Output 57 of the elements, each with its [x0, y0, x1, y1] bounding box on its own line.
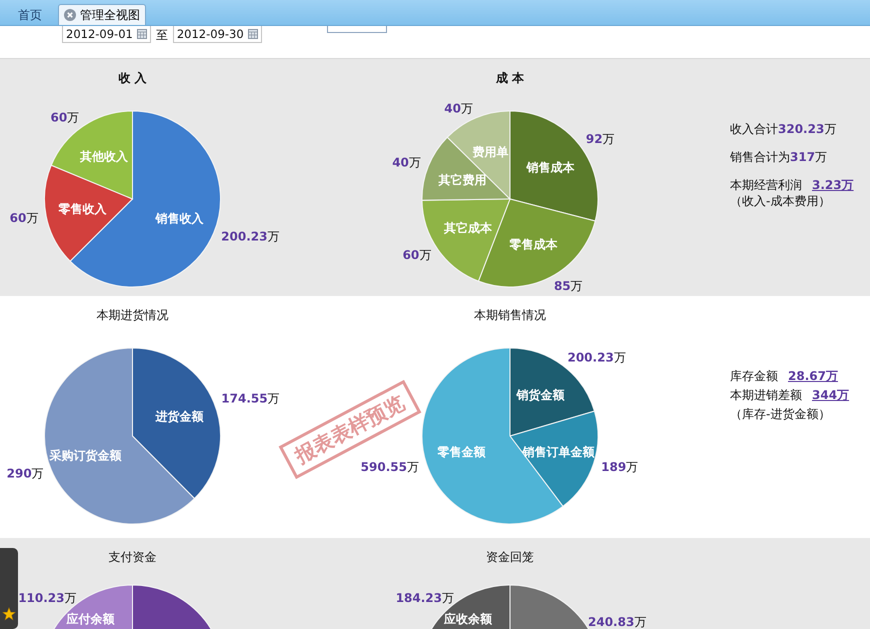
slice-label: 采购订货金额 [49, 448, 122, 462]
value-label: 40万 [444, 102, 473, 116]
slice-label: 销售成本 [526, 160, 574, 175]
date-field[interactable]: 2012-09-30 [172, 26, 262, 43]
slice-label: 进货金额 [156, 410, 204, 424]
value-label: 174.55万 [221, 392, 280, 406]
value-label: 240.83万 [588, 615, 646, 629]
slice-label: 其他收入 [80, 150, 128, 164]
tab[interactable]: 管理全视图 [58, 4, 146, 25]
close-icon[interactable] [64, 9, 76, 21]
summary-text: （收入-成本费用） [730, 193, 832, 209]
value-label: 200.23万 [221, 230, 280, 244]
chart-title: 成 本 [496, 71, 524, 85]
value-label: 85万 [554, 279, 583, 294]
value-label: 40万 [392, 156, 421, 170]
value-label: 184.23万 [396, 591, 454, 605]
value-label: 200.23万 [567, 350, 626, 365]
slice-label: 费用单 [472, 144, 508, 159]
slice-label: 零售金额 [438, 445, 486, 460]
toolbar-button[interactable] [326, 26, 387, 33]
slice-label: 应付余额 [66, 612, 114, 626]
range-separator: 至 [154, 27, 169, 44]
date-field[interactable]: 2012-09-01 [62, 26, 151, 43]
slice-label: 销售订单金额 [522, 445, 594, 460]
value-label: 92万 [586, 132, 615, 146]
amount-link[interactable]: 28.67万 [788, 368, 838, 384]
slice-label: 零售成本 [509, 237, 558, 252]
value-label: 60万 [402, 248, 432, 262]
value-label: 290万 [6, 466, 44, 480]
summary-label: 库存金额 [730, 368, 778, 384]
summary-text: 销售合计为317万 [730, 149, 828, 165]
chart-title: 资金回笼 [486, 550, 534, 564]
chart-title: 收 入 [118, 71, 147, 85]
calendar-icon[interactable] [136, 29, 147, 39]
summary-label: 本期进销差额 [730, 387, 802, 403]
chart-title: 本期进货情况 [96, 308, 168, 322]
slice-label: 零售收入 [58, 202, 106, 216]
slice-label: 销售收入 [156, 212, 204, 226]
slice-label: 其它费用 [438, 173, 487, 187]
value-label: 60万 [10, 211, 38, 225]
amount-link[interactable]: 344万 [812, 387, 850, 403]
amount-link[interactable]: 3.23万 [812, 177, 854, 193]
summary-text: （库存-进货金额） [730, 406, 832, 422]
summary-label: 本期经营利润 [730, 177, 802, 193]
value-label: 189万 [601, 460, 638, 474]
star-icon[interactable] [2, 607, 16, 621]
slice-label: 应收余额 [444, 612, 492, 626]
slice-label: 销货金额 [516, 388, 565, 402]
value-label: 60万 [50, 110, 80, 124]
summary-text: 收入合计320.23万 [730, 121, 838, 137]
value-label: 590.55万 [360, 460, 419, 474]
slice-label: 其它成本 [444, 221, 492, 236]
calendar-icon[interactable] [248, 29, 258, 39]
chart-title: 支付资金 [108, 550, 156, 564]
tab[interactable]: 首页 [8, 5, 52, 25]
value-label: 110.23万 [18, 591, 76, 605]
chart-title: 本期销售情况 [474, 308, 546, 322]
